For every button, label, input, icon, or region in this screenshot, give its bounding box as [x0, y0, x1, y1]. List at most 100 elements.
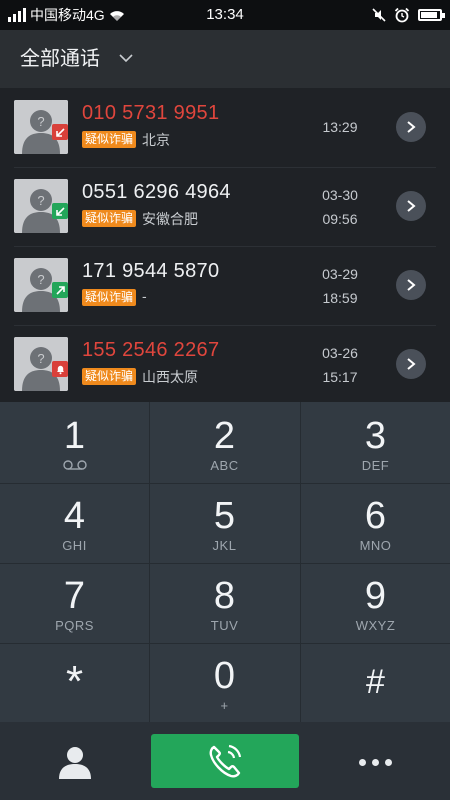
status-bar: 中国移动4G 13:34	[0, 0, 450, 30]
call-detail-button[interactable]	[396, 191, 426, 221]
fraud-warning-tag: 疑似诈骗	[82, 368, 137, 385]
dial-key-digit: 8	[213, 575, 236, 617]
call-detail-button[interactable]	[396, 270, 426, 300]
chevron-right-icon	[407, 358, 416, 370]
dial-key-digit: 9	[364, 575, 387, 617]
caller-number: 155 2546 2267	[82, 339, 220, 361]
svg-text:?: ?	[37, 114, 44, 129]
dial-key-letters: +	[220, 698, 229, 713]
contact-person-icon	[59, 747, 91, 779]
dial-key[interactable]: 3 DEF	[301, 402, 450, 481]
keypad-divider	[149, 402, 150, 722]
call-date: 03-26	[322, 345, 358, 361]
dial-key-digit: 7	[63, 575, 86, 617]
call-type-badge	[52, 361, 68, 377]
dial-key-digit: 1	[63, 415, 86, 457]
dial-key-letters: JKL	[212, 538, 237, 553]
more-dot-icon	[384, 758, 392, 766]
svg-text:?: ?	[37, 272, 44, 287]
call-filter-dropdown[interactable]: 全部通话	[20, 30, 100, 88]
call-time: 13:29	[322, 119, 358, 135]
dial-key-digit: 3	[364, 415, 387, 457]
dial-key-letters: PQRS	[55, 618, 94, 633]
chevron-right-icon	[407, 279, 416, 291]
blocked-bell-icon	[56, 365, 64, 374]
dial-key-digit: 4	[63, 495, 86, 537]
dial-key-digit: #	[366, 663, 385, 701]
call-log-list[interactable]: ? 010 5731 9951 疑似诈骗 北京 13:29? 0551 6296 4964…	[0, 88, 450, 402]
keypad-divider	[300, 402, 301, 722]
call-time: 09:56	[322, 211, 358, 227]
dial-key[interactable]: 9 WXYZ	[301, 562, 450, 641]
caller-location: 安徽合肥	[142, 211, 198, 227]
contacts-button[interactable]	[52, 740, 98, 784]
caller-number: 010 5731 9951	[82, 102, 220, 124]
dial-key[interactable]: 5 JKL	[150, 482, 299, 561]
status-right	[372, 0, 445, 30]
mute-icon	[372, 8, 386, 22]
call-detail-button[interactable]	[396, 112, 426, 142]
fraud-warning-tag: 疑似诈骗	[82, 289, 137, 306]
caller-location: 北京	[142, 132, 170, 148]
keypad-divider	[0, 563, 450, 564]
dial-key-letters: GHI	[62, 538, 87, 553]
call-date: 03-30	[322, 187, 358, 203]
chevron-right-icon	[407, 200, 416, 212]
fraud-warning-tag: 疑似诈骗	[82, 131, 137, 148]
alarm-icon	[394, 7, 410, 23]
chevron-right-icon	[407, 121, 416, 133]
dial-key-letters: WXYZ	[355, 618, 396, 633]
call-time: 15:17	[322, 369, 358, 385]
dial-key-digit: 2	[213, 415, 236, 457]
dial-key-letters: TUV	[210, 618, 239, 633]
call-log-row[interactable]: ? 0551 6296 4964 疑似诈骗 安徽合肥 03-30 09:56	[0, 167, 450, 247]
dial-key[interactable]: 0 +	[150, 642, 299, 721]
call-type-badge	[52, 282, 68, 298]
header: 全部通话	[0, 30, 450, 88]
call-log-row[interactable]: ? 010 5731 9951 疑似诈骗 北京 13:29	[0, 88, 450, 168]
call-type-badge	[52, 124, 68, 140]
call-detail-button[interactable]	[396, 349, 426, 379]
call-type-badge	[52, 203, 68, 219]
more-dot-icon	[358, 758, 366, 766]
call-time: 18:59	[322, 290, 358, 306]
call-date: 03-29	[322, 266, 358, 282]
caller-number: 0551 6296 4964	[82, 181, 231, 203]
dial-key-digit: *	[65, 657, 84, 706]
dial-key[interactable]: #	[301, 642, 450, 721]
bottom-action-bar	[0, 722, 450, 800]
outgoing-call-icon	[55, 285, 65, 295]
phone-call-icon	[209, 744, 242, 778]
fraud-warning-tag: 疑似诈骗	[82, 210, 137, 227]
missed-call-icon	[55, 127, 65, 137]
dial-key-letters: MNO	[359, 538, 392, 553]
caller-number: 171 9544 5870	[82, 260, 220, 282]
call-log-row[interactable]: ? 171 9544 5870 疑似诈骗 - 03-29 18:59	[0, 246, 450, 326]
battery-icon	[418, 9, 445, 21]
voicemail-icon	[0, 458, 149, 474]
caller-location: -	[142, 288, 147, 304]
dial-key[interactable]: 4 GHI	[0, 482, 149, 561]
more-dot-icon	[371, 758, 379, 766]
call-button[interactable]	[151, 734, 299, 788]
dial-key[interactable]: 1	[0, 402, 149, 481]
dial-key-digit: 0	[213, 655, 236, 697]
dial-key[interactable]: 7 PQRS	[0, 562, 149, 641]
dial-key[interactable]: 6 MNO	[301, 482, 450, 561]
dial-key[interactable]: 2 ABC	[150, 402, 299, 481]
more-options-button[interactable]	[352, 742, 398, 782]
dial-key[interactable]: 8 TUV	[150, 562, 299, 641]
chevron-down-icon[interactable]	[118, 52, 134, 64]
svg-text:?: ?	[37, 351, 44, 366]
dial-key-letters: DEF	[361, 458, 390, 473]
dial-key-digit: 6	[364, 495, 387, 537]
dial-key[interactable]: *	[0, 642, 149, 721]
call-log-row[interactable]: ? 155 2546 2267 疑似诈骗 山西太原 03-26 15:17	[0, 325, 450, 402]
caller-location: 山西太原	[142, 369, 198, 385]
svg-text:?: ?	[37, 193, 44, 208]
keypad-divider	[0, 483, 450, 484]
dial-key-digit: 5	[213, 495, 236, 537]
incoming-call-icon	[55, 206, 65, 216]
dial-keypad: 1 2 ABC 3 DEF 4 GHI 5 JKL 6 MNO 7 PQRS 8 TUV 9 WXYZ * 0 + #	[0, 402, 450, 722]
dial-key-letters: ABC	[210, 458, 239, 473]
